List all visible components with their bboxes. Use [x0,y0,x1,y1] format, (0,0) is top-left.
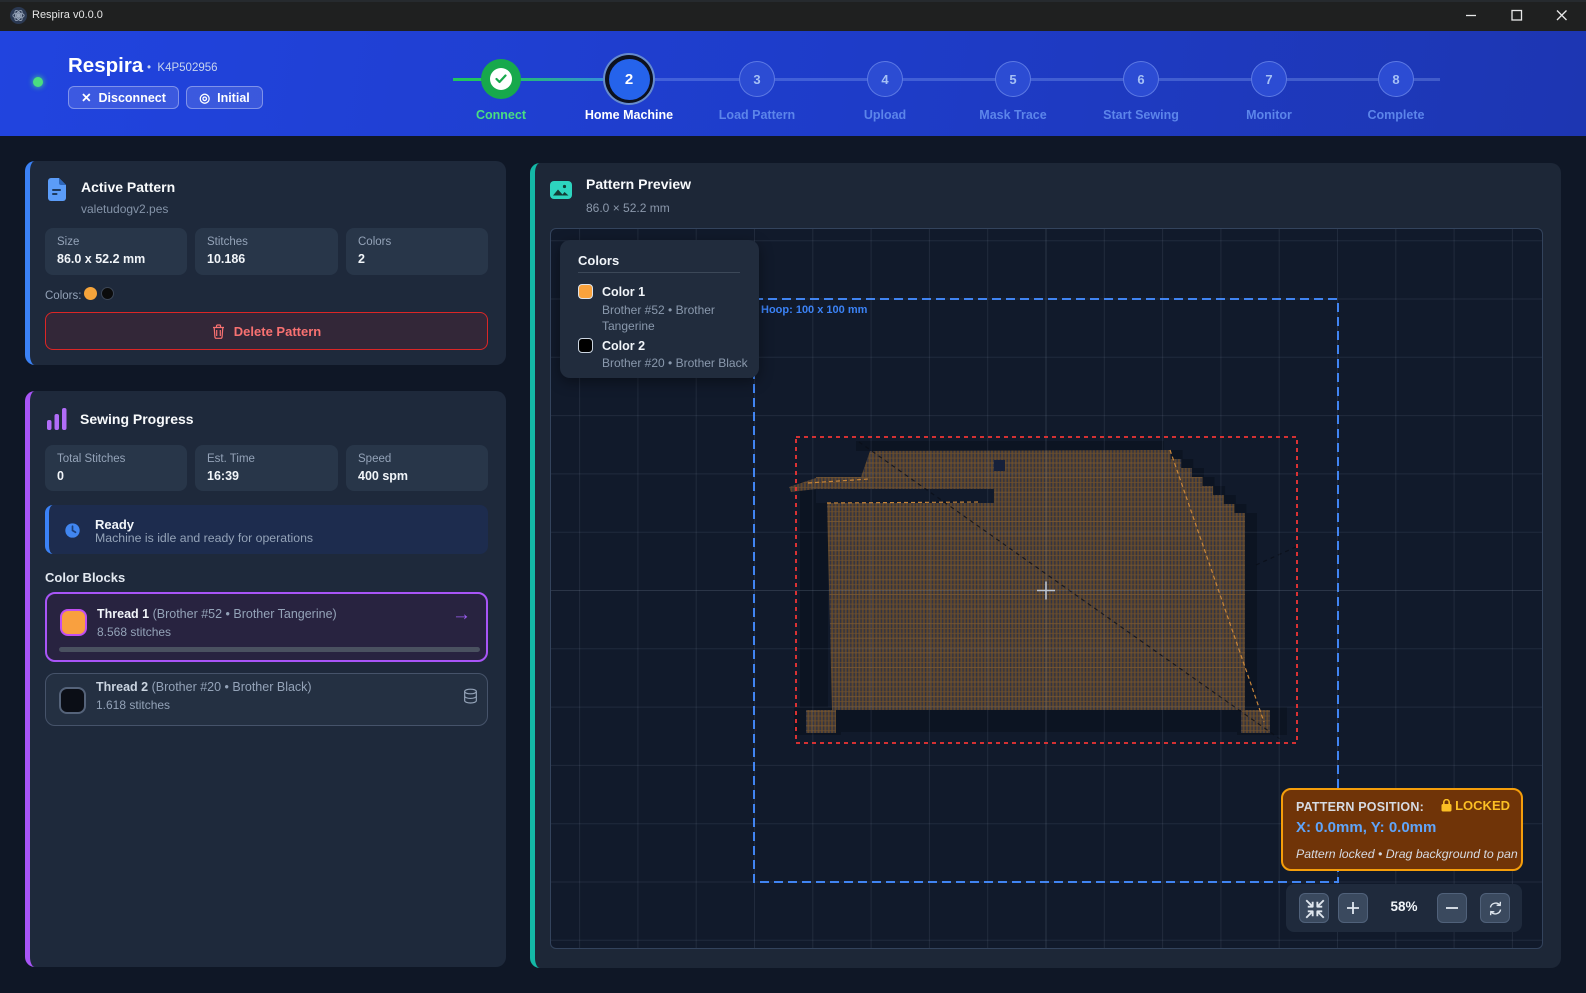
svg-text:Hoop: 100 x 100 mm: Hoop: 100 x 100 mm [761,304,868,316]
